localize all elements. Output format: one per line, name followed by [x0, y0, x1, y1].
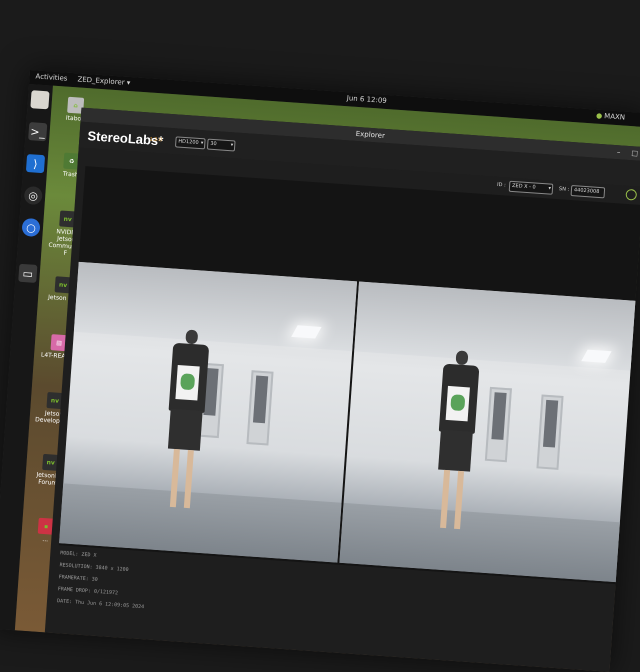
floor	[339, 502, 622, 583]
serial-number-field: 44023008	[570, 185, 606, 199]
minimize-icon[interactable]: –	[613, 147, 624, 158]
person-shorts	[167, 408, 203, 451]
wall-window	[536, 394, 564, 470]
stereo-image-pair	[59, 261, 638, 583]
person-shorts	[438, 429, 473, 472]
chromium-icon[interactable]: ○	[21, 217, 41, 238]
camera-id-select[interactable]: ZED X - 0 ▾	[508, 180, 554, 195]
monitor-screen: Activities ZED_Explorer ▾ Jun 6 12:09 ● …	[0, 70, 640, 672]
person-leg	[440, 469, 451, 529]
window-title: Explorer	[355, 129, 386, 140]
files-icon[interactable]	[30, 90, 50, 110]
obs-icon[interactable]: ◎	[23, 185, 43, 206]
camera-id-value: ZED X - 0	[511, 182, 536, 191]
window-controls: – □ ×	[613, 147, 640, 160]
sn-label: SN :	[558, 186, 570, 193]
maximize-icon[interactable]: □	[629, 148, 640, 159]
chevron-down-icon: ▾	[548, 185, 552, 192]
person-leg	[454, 470, 465, 530]
person-head	[185, 329, 199, 345]
camera-info-overlay: MODEL: ZED X RESOLUTION: 3840 x 1200 FRA…	[57, 547, 148, 613]
person-leg	[183, 449, 194, 509]
shirt-print	[450, 394, 466, 412]
zed-explorer-window: Explorer – □ × StereoLabs* 1.2.0 HD1200 …	[43, 107, 640, 672]
resolution-select-value: HD1200	[178, 138, 199, 146]
left-camera-view	[59, 261, 358, 563]
person-head	[455, 350, 469, 366]
activities-button[interactable]: Activities	[35, 72, 67, 82]
fps-select-value: 30	[210, 140, 217, 148]
shirt-print	[180, 373, 196, 391]
version-label: 1.2.0	[149, 136, 163, 144]
vscode-icon[interactable]: ⟩	[25, 154, 46, 174]
desktop-item-label: ...	[42, 536, 49, 544]
right-camera-view	[339, 281, 638, 583]
terminal-icon[interactable]: >_	[28, 122, 48, 142]
wall-window	[484, 386, 512, 463]
resolution-select[interactable]: HD1200 ▾	[174, 136, 206, 150]
wall-window	[246, 370, 274, 446]
drive-icon[interactable]: ▭	[18, 263, 38, 283]
fps-select[interactable]: 30 ▾	[206, 138, 236, 152]
app-menu[interactable]: ZED_Explorer ▾	[77, 75, 130, 87]
chevron-down-icon: ▾	[230, 142, 234, 149]
id-label: ID :	[496, 181, 506, 189]
power-mode-label[interactable]: MAXN	[604, 112, 625, 121]
person-leg	[169, 448, 180, 508]
person-figure	[157, 328, 214, 521]
serial-number-value: 44023008	[573, 187, 600, 196]
power-mode-icon[interactable]: ●	[596, 112, 603, 120]
video-viewer	[58, 166, 640, 585]
record-icon[interactable]	[625, 188, 638, 201]
clock[interactable]: Jun 6 12:09	[347, 94, 387, 105]
chevron-down-icon: ▾	[200, 140, 204, 147]
